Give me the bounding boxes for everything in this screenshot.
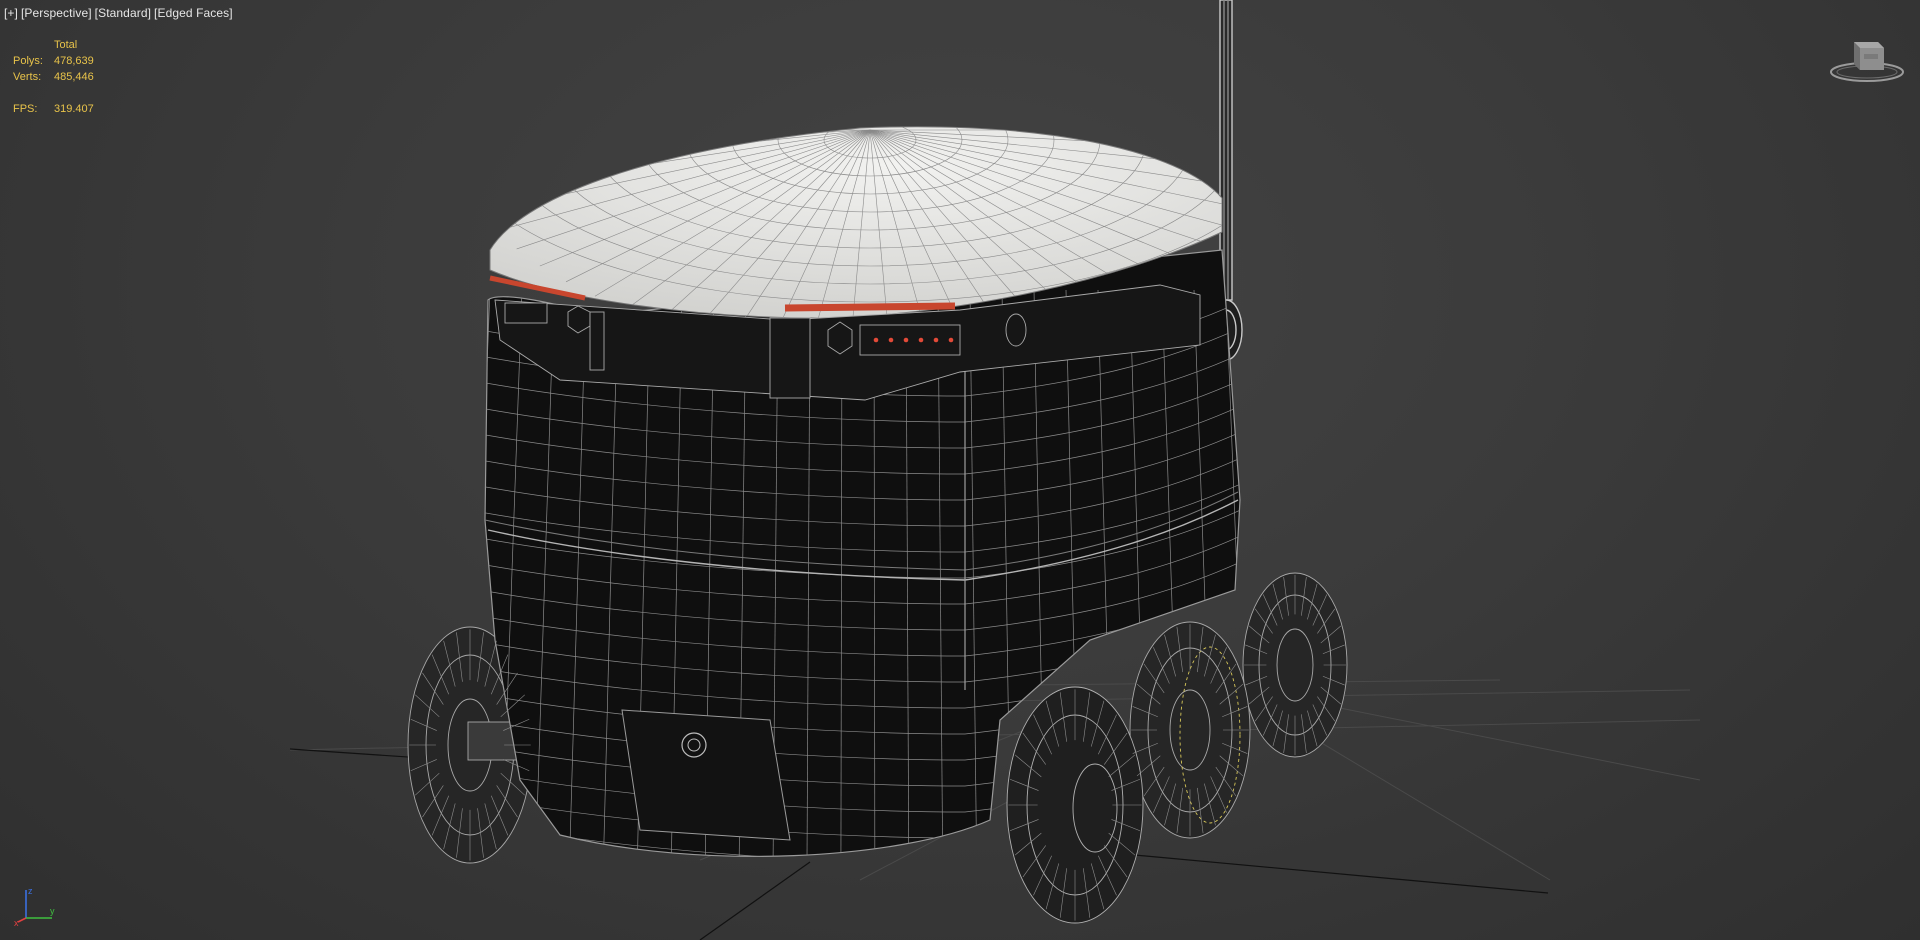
viewport-label-menu[interactable]: [+] [Perspective] [Standard] [Edged Face… bbox=[4, 6, 233, 20]
stats-verts-value: 485,446 bbox=[54, 71, 94, 83]
viewport-display-mode-menu[interactable]: [Edged Faces] bbox=[154, 6, 233, 20]
stats-polys-label: Polys: bbox=[13, 55, 43, 67]
axis-y-label: y bbox=[50, 906, 55, 916]
viewcube-icon[interactable] bbox=[1828, 36, 1906, 84]
stats-fps-label: FPS: bbox=[13, 103, 38, 115]
stats-verts-label: Verts: bbox=[13, 71, 42, 83]
axis-z-label: z bbox=[28, 886, 33, 896]
stats-fps-value: 319.407 bbox=[54, 103, 94, 115]
stats-total-header: Total bbox=[54, 39, 78, 51]
stats-polys-value: 478,639 bbox=[54, 55, 94, 67]
perspective-viewport[interactable]: [+] [Perspective] [Standard] [Edged Face… bbox=[0, 0, 1920, 940]
viewport-general-menu[interactable]: [+] bbox=[4, 6, 18, 20]
axis-x-label: x bbox=[14, 918, 19, 926]
viewport-shading-standard-menu[interactable]: [Standard] bbox=[95, 6, 151, 20]
viewport-scene bbox=[289, 0, 1701, 940]
axis-tripod-icon: z y x bbox=[14, 886, 55, 926]
viewport-statistics: Total Polys: 478,639 Verts: 485,446 FPS:… bbox=[13, 37, 94, 117]
viewport-point-of-view-menu[interactable]: [Perspective] bbox=[21, 6, 92, 20]
